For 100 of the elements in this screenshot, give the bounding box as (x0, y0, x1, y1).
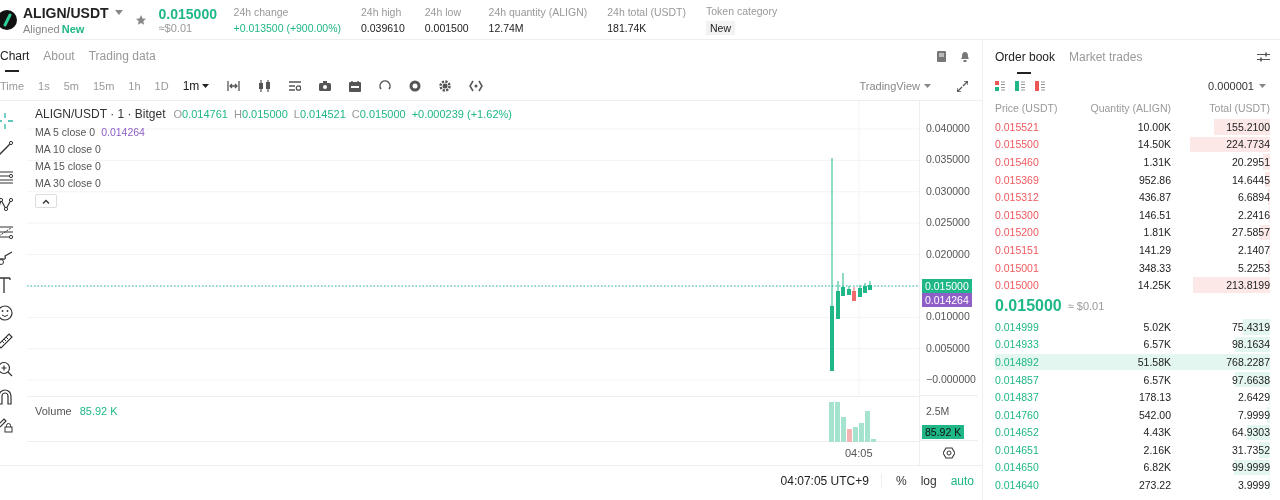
settings-icon[interactable] (439, 80, 452, 92)
ma-label: MA 30 close 0 (35, 177, 101, 189)
bid-quantity: 5.02K (1142, 320, 1171, 333)
ask-total: 224.7734 (1226, 138, 1270, 151)
book-icon[interactable] (937, 50, 946, 62)
stat-label: 24h low (424, 5, 462, 18)
scale-toggle[interactable]: % (895, 474, 907, 488)
camera-icon[interactable] (319, 81, 332, 91)
precision-dropdown[interactable]: 0.000001 (1208, 80, 1266, 92)
circle-icon[interactable] (409, 80, 422, 92)
bid-total: 3.9999 (1237, 479, 1270, 492)
bid-quantity: 273.22 (1137, 479, 1171, 492)
stat-value: 12.74M (488, 21, 525, 34)
chevron-up-icon[interactable] (42, 198, 50, 204)
trend-line-icon[interactable] (0, 141, 13, 157)
stat-label: 24h change (233, 5, 290, 18)
bid-price: 0.014857 (995, 373, 1040, 386)
tab[interactable]: Chart (0, 40, 30, 72)
ask-total: 27.5857 (1232, 226, 1270, 239)
bid-quantity: 6.82K (1142, 461, 1171, 474)
indicator-icon[interactable] (289, 80, 302, 92)
ask-quantity: 14.50K (1136, 138, 1171, 151)
magnet-icon[interactable] (0, 389, 13, 405)
text-tool-icon[interactable] (0, 277, 11, 293)
ask-total: 14.6445 (1232, 173, 1270, 186)
asks-view-icon[interactable] (1035, 81, 1045, 91)
column-header: Price (USDT) (995, 102, 1059, 114)
fib-icon[interactable] (0, 225, 13, 239)
bid-total: 64.9303 (1232, 426, 1270, 439)
smiley-icon[interactable] (0, 305, 13, 321)
bid-total: 768.2287 (1226, 355, 1270, 368)
zoom-in-icon[interactable] (0, 361, 13, 377)
both-sides-icon[interactable] (995, 81, 1005, 91)
ask-price: 0.015000 (995, 279, 1040, 292)
category-tag: New (706, 20, 735, 35)
ruler-icon[interactable] (0, 333, 13, 349)
interval-tab[interactable]: 1m (182, 79, 210, 93)
price-tick: 0.010000 (926, 310, 970, 323)
price-tick: 0.035000 (926, 153, 970, 166)
bid-quantity: 542.00 (1137, 408, 1171, 421)
sliders-icon[interactable] (1257, 52, 1270, 62)
price-tick: 0.025000 (926, 216, 970, 229)
mid-price: 0.015000 (995, 296, 1062, 315)
scale-toggle[interactable]: log (920, 474, 937, 488)
ma-label: MA 5 close 0 (35, 126, 96, 138)
interval-tab[interactable]: 5m (63, 80, 79, 92)
ask-quantity: 14.25K (1136, 279, 1171, 292)
pair-subtitle: Aligned (23, 22, 60, 35)
interval-tab[interactable]: 15m (92, 80, 115, 92)
last-price: 0.015000 (158, 5, 218, 22)
expand-icon[interactable] (957, 80, 968, 92)
brush-icon[interactable] (0, 251, 13, 265)
candles-icon[interactable] (258, 80, 272, 92)
pattern-icon[interactable] (0, 197, 13, 213)
interval-tab[interactable]: Time (0, 80, 25, 92)
book-tab[interactable]: Order book (995, 40, 1056, 74)
bid-price: 0.014933 (995, 338, 1040, 351)
refresh-icon[interactable] (379, 80, 392, 92)
interval-tab[interactable]: 1h (128, 80, 141, 92)
stat-value: +0.013500 (+900.00%) (233, 21, 341, 34)
price-tick: −0.000000 (926, 373, 976, 386)
pair-title[interactable]: ALIGN/USDT (23, 4, 109, 21)
brackets-icon[interactable] (469, 80, 484, 92)
star-icon[interactable] (134, 13, 147, 26)
tab[interactable]: Trading data (88, 40, 156, 72)
ma-value: 0.014264 (101, 126, 145, 138)
ask-quantity: 1.31K (1142, 156, 1171, 168)
bid-quantity: 6.57K (1142, 373, 1171, 386)
settings-icon[interactable] (943, 447, 955, 460)
ask-price: 0.015001 (995, 261, 1040, 274)
lock-pencil-icon[interactable] (0, 417, 13, 433)
interval-tab[interactable]: 1s (38, 80, 50, 92)
ask-price: 0.015312 (995, 191, 1040, 204)
bid-total: 7.9999 (1237, 408, 1270, 421)
chart-source-dropdown[interactable]: TradingView (859, 80, 931, 92)
logo-icon (0, 8, 18, 31)
bid-total: 2.6429 (1237, 391, 1270, 404)
bids-view-icon[interactable] (1015, 81, 1025, 91)
ma-label: MA 15 close 0 (35, 160, 101, 172)
collapse-button[interactable] (35, 194, 57, 208)
scale-toggle[interactable]: auto (950, 474, 974, 488)
stat-label: 24h quantity (ALIGN) (488, 5, 588, 18)
bid-total: 98.1634 (1232, 338, 1270, 351)
ask-total: 213.8199 (1226, 279, 1270, 292)
stat-label: Token category (706, 4, 778, 17)
book-tab[interactable]: Market trades (1069, 40, 1143, 74)
tab[interactable]: About (43, 40, 75, 72)
calendar-icon[interactable] (349, 80, 362, 92)
horizontal-lines-icon[interactable] (0, 169, 13, 185)
range-icon[interactable] (227, 81, 241, 91)
ohlc-value: H0.015000 (233, 108, 288, 120)
interval-tab[interactable]: 1D (154, 80, 169, 92)
bell-icon[interactable] (960, 50, 970, 62)
ask-total: 2.1407 (1237, 243, 1270, 256)
last-price-tag: 0.015000 (922, 279, 972, 293)
stat-value: 0.001500 (424, 21, 469, 34)
caret-icon[interactable] (202, 84, 210, 88)
ma-price-tag: 0.014264 (922, 293, 972, 307)
ask-price: 0.015500 (995, 138, 1040, 151)
ohlc-value: C0.015000 (351, 108, 406, 120)
